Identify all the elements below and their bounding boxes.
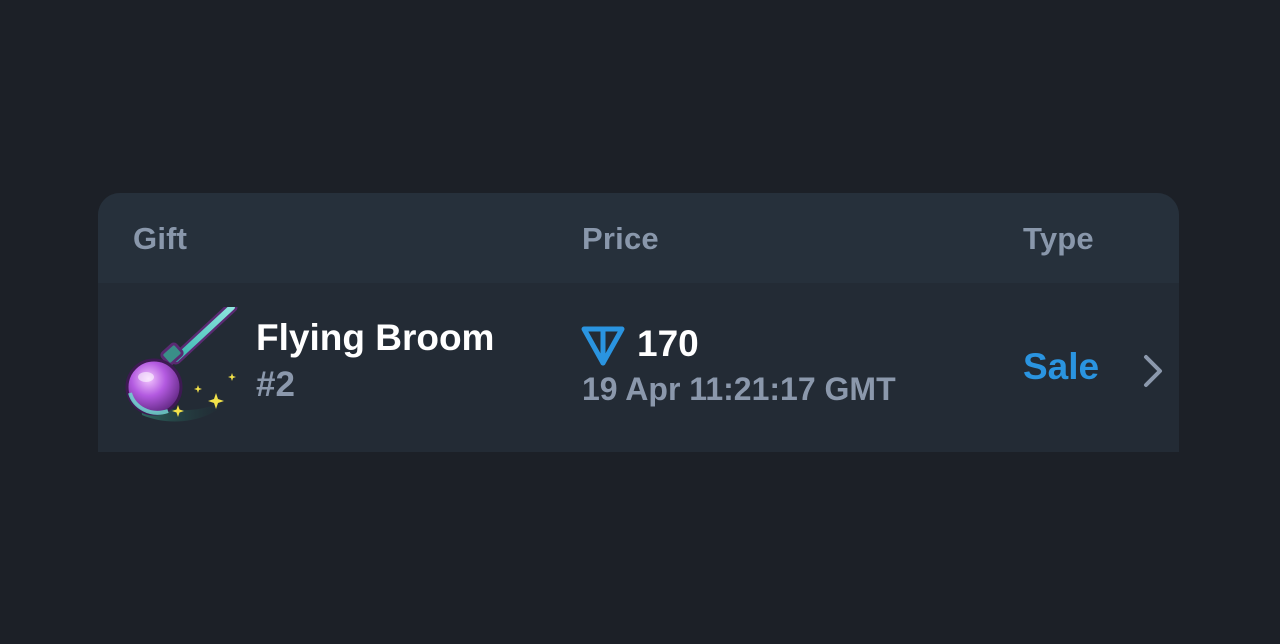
transactions-table: Gift Price Type Flying Broom #2 170 19 A… <box>98 193 1179 452</box>
transaction-type: Sale <box>1023 346 1100 387</box>
chevron-right-icon[interactable] <box>1138 349 1168 393</box>
ton-icon <box>581 326 625 366</box>
column-header-gift: Gift <box>133 221 188 256</box>
column-header-price: Price <box>582 221 659 256</box>
gift-number: #2 <box>256 365 295 404</box>
gift-name: Flying Broom <box>256 317 495 358</box>
price-date: 19 Apr 11:21:17 GMT <box>582 371 896 407</box>
column-header-type: Type <box>1023 221 1094 256</box>
price-amount: 170 <box>637 323 699 364</box>
flying-broom-icon <box>125 307 238 422</box>
table-row[interactable]: Flying Broom #2 170 19 Apr 11:21:17 GMT … <box>98 283 1179 452</box>
table-header: Gift Price Type <box>98 193 1179 283</box>
